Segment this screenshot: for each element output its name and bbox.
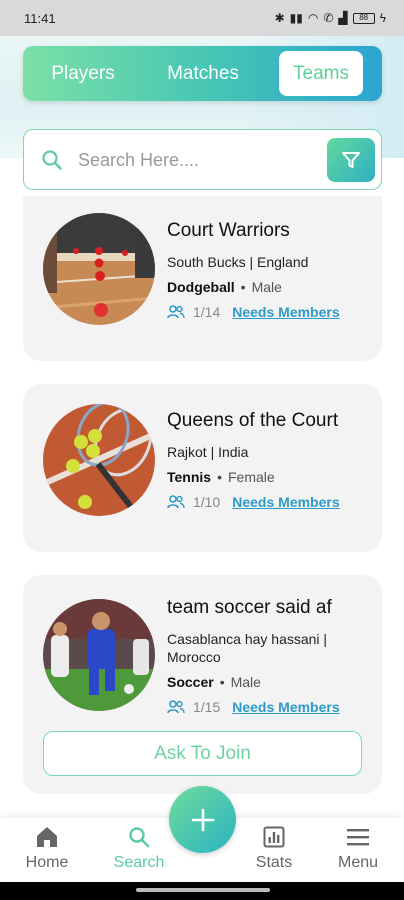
- bluetooth-icon: ✱: [274, 11, 285, 25]
- nav-label: Search: [113, 854, 165, 871]
- separator-dot: •: [240, 279, 246, 295]
- search-icon: [42, 150, 62, 170]
- filter-icon: [342, 152, 360, 168]
- team-location: Rajkot | India: [167, 444, 249, 460]
- search-box: [23, 129, 382, 190]
- team-gender: Male: [251, 279, 282, 295]
- members-icon: [167, 700, 185, 714]
- team-card[interactable]: Court Warriors South Bucks | England Dod…: [23, 196, 382, 361]
- team-name: Queens of the Court: [167, 410, 339, 431]
- tab-players[interactable]: Players: [23, 51, 143, 96]
- needs-members-link[interactable]: Needs Members: [232, 494, 339, 510]
- battery-level: 88: [359, 12, 369, 22]
- nav-label: Home: [25, 854, 69, 871]
- nav-label: Menu: [337, 854, 379, 871]
- call-icon: ✆: [323, 11, 334, 25]
- status-time: 11:41: [24, 10, 56, 26]
- team-sport: Dodgeball: [167, 279, 235, 295]
- member-count: 1/10: [193, 494, 221, 510]
- nav-label: Stats: [255, 854, 293, 871]
- network-icon: ▟: [338, 11, 348, 25]
- team-gender: Male: [230, 674, 261, 690]
- tab-teams[interactable]: Teams: [279, 51, 363, 96]
- nav-search[interactable]: Search: [99, 826, 179, 878]
- team-sport: Tennis: [167, 469, 212, 485]
- team-info: team soccer said af Casablanca hay hassa…: [167, 597, 372, 715]
- add-button[interactable]: [169, 786, 236, 853]
- team-meta: 1/15 Needs Members: [167, 699, 372, 715]
- team-name: team soccer said af: [167, 597, 332, 618]
- separator-dot: •: [219, 674, 225, 690]
- team-name: Court Warriors: [167, 220, 290, 241]
- team-sport: Soccer: [167, 674, 214, 690]
- status-icons: ✱ ▮▮ ◠ ✆ ▟ 88 ϟ: [275, 11, 386, 25]
- nav-home[interactable]: Home: [7, 826, 87, 878]
- team-info: Court Warriors South Bucks | England Dod…: [167, 220, 372, 320]
- tab-matches[interactable]: Matches: [143, 51, 263, 96]
- plus-icon: [191, 808, 214, 831]
- members-icon: [167, 495, 185, 509]
- tab-bar: Players Matches Teams: [23, 46, 382, 101]
- team-gender: Female: [227, 469, 275, 485]
- team-location: Casablanca hay hassani | Morocco: [167, 631, 328, 665]
- member-count: 1/15: [193, 699, 221, 715]
- stats-icon: [263, 826, 285, 848]
- team-meta: 1/10 Needs Members: [167, 494, 372, 510]
- team-sport-row: Dodgeball • Male: [167, 279, 372, 295]
- members-icon: [167, 305, 185, 319]
- needs-members-link[interactable]: Needs Members: [232, 304, 339, 320]
- gesture-handle[interactable]: [136, 888, 270, 892]
- home-icon: [37, 827, 57, 847]
- wifi-icon: ◠: [307, 11, 319, 25]
- nav-stats[interactable]: Stats: [234, 826, 314, 878]
- gesture-bar: [0, 882, 404, 900]
- team-avatar: [43, 404, 155, 516]
- search-icon: [129, 827, 150, 848]
- needs-members-link[interactable]: Needs Members: [232, 699, 339, 715]
- status-bar: 11:41 ✱ ▮▮ ◠ ✆ ▟ 88 ϟ: [0, 0, 404, 36]
- charging-icon: ϟ: [379, 11, 386, 25]
- member-count: 1/14: [193, 304, 221, 320]
- team-meta: 1/14 Needs Members: [167, 304, 372, 320]
- team-card[interactable]: team soccer said af Casablanca hay hassa…: [23, 575, 382, 794]
- filter-button[interactable]: [327, 138, 375, 182]
- team-avatar: [43, 599, 155, 711]
- search-input[interactable]: [78, 142, 318, 178]
- separator-dot: •: [217, 469, 222, 485]
- menu-icon: [347, 829, 369, 846]
- team-sport-row: Tennis • Female: [167, 469, 372, 485]
- nav-menu[interactable]: Menu: [318, 826, 398, 878]
- team-location: South Bucks | England: [167, 254, 309, 270]
- signal-icon: ▮▮: [289, 11, 303, 25]
- team-sport-row: Soccer • Male: [167, 674, 372, 690]
- team-card[interactable]: Queens of the Court Rajkot | India Tenni…: [23, 384, 382, 552]
- ask-to-join-button[interactable]: Ask To Join: [43, 731, 362, 776]
- battery-icon: 88: [352, 12, 375, 24]
- team-info: Queens of the Court Rajkot | India Tenni…: [167, 410, 372, 510]
- team-avatar: [43, 213, 155, 325]
